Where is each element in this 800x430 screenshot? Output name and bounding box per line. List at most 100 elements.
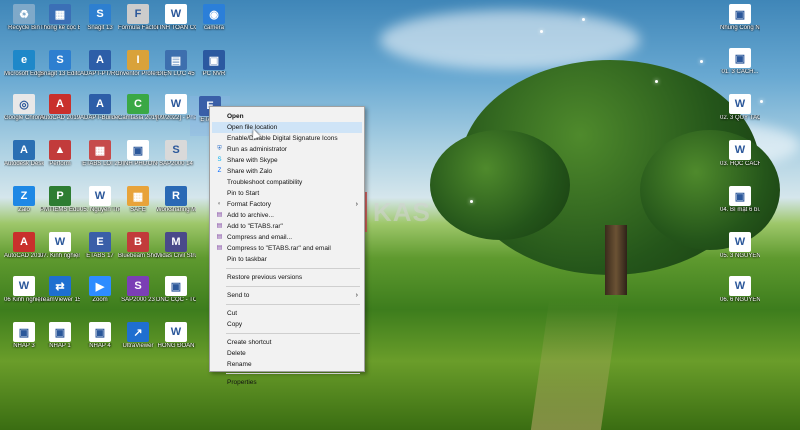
menu-item-restore-previous-versions[interactable]: Restore previous versions (212, 272, 362, 283)
menu-item-label: Format Factory (227, 201, 272, 208)
desktop-icon[interactable]: S Snagit 13 (80, 4, 120, 44)
desktop-icon[interactable]: PPMTIEMS Education (40, 186, 80, 226)
menu-item-troubleshoot-compatibility[interactable]: Troubleshoot compatibility (212, 177, 362, 188)
menu-item-format-factory[interactable]: ◐ Format Factory › (212, 199, 362, 210)
desktop-icon[interactable]: AAutoCAD 2019 - Tiếng (40, 94, 80, 134)
desktop-icon[interactable]: ▦ SAFE (118, 186, 158, 226)
desktop-icon[interactable]: WTÍNH TOÁN CỌC (156, 4, 196, 44)
menu-item-open-file-location[interactable]: Open file location (212, 122, 362, 133)
menu-item-rename[interactable]: Rename (212, 359, 362, 370)
desktop-icon[interactable]: W06. 6 NGUYÊN T... (720, 276, 760, 316)
desktop-icon-label: PMTIEMS Education (40, 207, 80, 213)
desktop-icon[interactable]: W05. 3 NGUYÊN T... (720, 232, 760, 272)
chevron-right-icon: › (355, 201, 358, 208)
menu-item-compress-and-email[interactable]: ▤ Compress and email... (212, 232, 362, 243)
desktop-icon-label: Autodesk Desktop App (4, 161, 44, 167)
desktop-icon[interactable]: W07. Kinh nghiệm đ... (40, 232, 80, 272)
desktop-icon[interactable]: Z Zalo (4, 186, 44, 226)
desktop-icon[interactable]: ▣ NHAP 1 (40, 322, 80, 362)
desktop-icon[interactable]: W02. 3 QUY TẮC NGÀNH (720, 94, 760, 134)
word-doc-icon: W (729, 276, 751, 296)
desktop-icon[interactable]: RWorksharing Monitor fo... (156, 186, 196, 226)
menu-item-copy[interactable]: Copy (212, 319, 362, 330)
menu-item-pin-to-start[interactable]: Pin to Start (212, 188, 362, 199)
snagit-editor-icon: S (49, 50, 71, 70)
menu-item-compress-to-etabs-rar-and-email[interactable]: ▤ Compress to "ETABS.rar" and email (212, 243, 362, 254)
menu-item-share-with-skype[interactable]: S Share with Skype (212, 155, 362, 166)
menu-item-add-to-etabs-rar[interactable]: ▤ Add to "ETABS.rar" (212, 221, 362, 232)
pmtiems-icon: P (49, 186, 71, 206)
desktop-icon-label: Recycle Bin (8, 25, 40, 31)
desktop-icon[interactable]: ↗ UltraViewer (118, 322, 158, 362)
desktop-icon-label: SAP2000 14 (159, 161, 193, 167)
zalo-icon: Z (217, 168, 222, 174)
word-doc-icon: W (49, 232, 71, 252)
menu-item-create-shortcut[interactable]: Create shortcut (212, 337, 362, 348)
desktop-icon-label: Snagit 13 Editor (40, 71, 80, 77)
menu-item-run-as-administrator[interactable]: ⛨ Run as administrator (212, 144, 362, 155)
menu-item-cut[interactable]: Cut (212, 308, 362, 319)
menu-item-properties[interactable]: Properties (212, 377, 362, 388)
desktop-icon[interactable]: W HỒNG ĐOÀN (156, 322, 196, 362)
desktop-icon[interactable]: ▣ NHAP 4 (80, 322, 120, 362)
desktop-icon[interactable]: E ETABS 17 (80, 232, 120, 272)
desktop-icon[interactable]: ▣ NHAP 3 (4, 322, 44, 362)
desktop-icon[interactable]: S Snagit 13 Editor (40, 50, 80, 90)
pdf-icon: ▣ (49, 322, 71, 342)
word-doc-icon: W (729, 94, 751, 114)
desktop-icon[interactable]: MMidas Civil Structure (156, 232, 196, 272)
desktop-icon[interactable]: AADAPT-PT/RC 2019 (80, 50, 120, 90)
desktop-icon[interactable]: C Camtasia 2019 (118, 94, 158, 134)
chrome-icon: ◎ (13, 94, 35, 114)
menu-item-label: Open (227, 113, 244, 120)
desktop-icon[interactable]: W03. HỌC CÁCH KẾ (720, 140, 760, 180)
desktop-icon[interactable]: ⇄ TeamViewer 15 (40, 276, 80, 316)
desktop-icon[interactable]: ▣ PC NVR (194, 50, 234, 90)
desktop-icon[interactable]: AAutodesk Desktop App (4, 140, 44, 180)
menu-item-delete[interactable]: Delete (212, 348, 362, 359)
desktop-icon-label: ĐỊNH PHƯƠNG Ô NGHE (118, 161, 158, 167)
desktop-icon[interactable]: IInventor Professional 2019 (118, 50, 158, 90)
desktop-icon[interactable]: ◎ Google Chrome (4, 94, 44, 134)
desktop-icon[interactable]: ▣ 04. Bí mật 6 bí... (720, 186, 760, 226)
desktop-icon[interactable]: S SAP2000 23 (118, 276, 158, 316)
desktop-icon[interactable]: W06 Kinh nghiệm chọn (4, 276, 44, 316)
desktop-icon[interactable]: ▤ ĐIỆN LỰC 45 (156, 50, 196, 90)
menu-item-open[interactable]: Open (212, 111, 362, 122)
safe-icon: ▦ (127, 186, 149, 206)
menu-item-label: Cut (227, 310, 238, 317)
desktop-icon[interactable]: ▦ ETABS LỖI 2 (80, 140, 120, 180)
desktop-icon-label: 05. Nguyên Thế Nghiệp (80, 207, 120, 213)
desktop-icon[interactable]: ▦Thống kê cọc ETABS (40, 4, 80, 44)
desktop-icon[interactable]: ▣ 01. 3 CÁCH... (720, 48, 760, 88)
menu-item-label: Add to archive... (227, 212, 274, 219)
desktop-icon[interactable]: ♻ Recycle Bin (4, 4, 44, 44)
menu-item-pin-to-taskbar[interactable]: Pin to taskbar (212, 254, 362, 265)
menu-item-enable-disable-digital-signature-icons[interactable]: Enable/Disable Digital Signature Icons (212, 133, 362, 144)
menu-item-add-to-archive[interactable]: ▤ Add to archive... (212, 210, 362, 221)
desktop-icon[interactable]: BBluebeam Shortcut (118, 232, 158, 272)
desktop-icon[interactable]: ▣ĐỊNH PHƯƠNG Ô NGHE (118, 140, 158, 180)
menu-item-send-to[interactable]: Send to › (212, 290, 362, 301)
desktop-icon-label: 05. 3 NGUYÊN T... (720, 253, 760, 259)
desktop-icon[interactable]: ◉ camera (194, 4, 234, 44)
desktop-icon[interactable]: W05. Nguyên Thế Nghiệp (80, 186, 120, 226)
autodesk-icon: A (13, 140, 35, 160)
desktop-icon[interactable]: e Microsoft Edge (4, 50, 44, 90)
menu-item-label: Run as administrator (227, 146, 287, 153)
desktop-icon[interactable]: ▣Nhung Cong Nghe Sac Th... (720, 4, 760, 44)
wallpaper-path (530, 300, 620, 430)
desktop-icon[interactable]: ▣DNC CỌC - TỔNG HỢP (156, 276, 196, 316)
desktop-icon-label: 07. Kinh nghiệm đ... (40, 253, 80, 259)
desktop-icon[interactable]: F Formula Factory (118, 4, 158, 44)
desktop-icon[interactable]: AADAPT-Builder 2019 (80, 94, 120, 134)
context-menu: Open Open file location Enable/Disable Dig… (209, 106, 365, 386)
wallpaper-sparkle (760, 100, 763, 103)
menu-item-share-with-zalo[interactable]: Z Share with Zalo (212, 166, 362, 177)
desktop-icon[interactable]: ▲ Perform (40, 140, 80, 180)
desktop-icon-label: ETABS 17 (86, 253, 114, 259)
desktop-icon[interactable]: ▶ Zoom (80, 276, 120, 316)
desktop-icon[interactable]: AAutoCAD 2017 - En... (4, 232, 44, 272)
desktop-icon[interactable]: S SAP2000 14 (156, 140, 196, 180)
desktop-icon-label: Google Chrome (4, 115, 44, 121)
